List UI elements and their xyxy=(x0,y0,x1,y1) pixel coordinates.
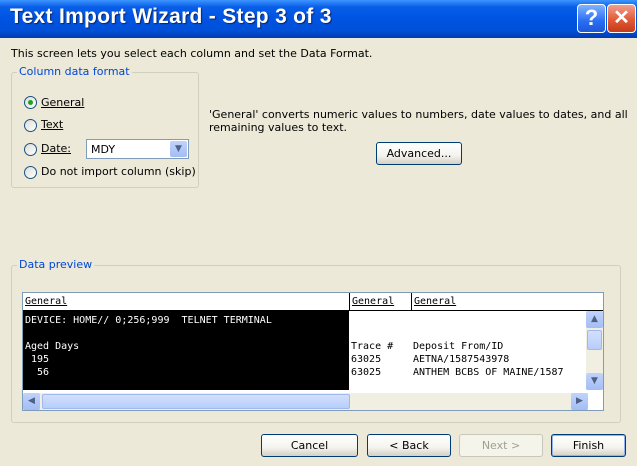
column-header-3[interactable]: General xyxy=(411,293,603,311)
radio-text-label[interactable]: Text xyxy=(41,118,63,131)
date-label-text: Date: xyxy=(41,142,71,155)
column-header-2[interactable]: General xyxy=(349,293,411,311)
horizontal-scroll-thumb[interactable] xyxy=(42,394,350,409)
col1-row-5: 56 xyxy=(25,367,50,378)
vertical-scroll-thumb[interactable] xyxy=(587,330,602,350)
column-header-1-label: General xyxy=(25,296,68,307)
general-label-text: General xyxy=(41,96,85,109)
description-line-2: remaining values to text. xyxy=(209,121,348,134)
col2-row-5: 63025 xyxy=(351,367,382,378)
col1-row-1: DEVICE: HOME// 0;256;999 TELNET TERMINAL xyxy=(25,315,272,326)
column-header-3-label: General xyxy=(414,296,457,307)
radio-selected-dot xyxy=(28,100,33,105)
instruction-text: This screen lets you select each column … xyxy=(11,47,373,60)
radio-skip[interactable] xyxy=(24,166,37,179)
col3-row-3: Deposit From/ID xyxy=(413,341,504,352)
data-preview-grid[interactable]: General General General DEVICE: HOME// 0… xyxy=(22,292,604,411)
date-format-select[interactable]: MDY ▼ xyxy=(86,139,189,159)
radio-date-label[interactable]: Date: xyxy=(41,142,71,155)
title-bar[interactable]: Text Import Wizard - Step 3 of 3 ? ✕ xyxy=(0,0,637,38)
radio-skip-label[interactable]: Do not import column (skip) xyxy=(41,165,196,178)
column-header-2-label: General xyxy=(352,296,395,307)
radio-general[interactable] xyxy=(24,96,37,109)
col1-row-4: 195 xyxy=(25,354,50,365)
horizontal-scrollbar[interactable]: ◀ ▶ xyxy=(23,393,588,410)
col1-row-3: Aged Days xyxy=(25,341,80,352)
col3-row-5: ANTHEM BCBS OF MAINE/1587 xyxy=(413,367,564,378)
arrow-left-icon[interactable]: ◀ xyxy=(23,393,40,410)
cancel-button[interactable]: Cancel xyxy=(261,434,358,457)
text-label-text: Text xyxy=(41,118,64,131)
column-header-1[interactable]: General xyxy=(23,293,349,311)
radio-date[interactable] xyxy=(24,143,37,156)
advanced-button[interactable]: Advanced... xyxy=(376,142,462,165)
arrow-right-icon[interactable]: ▶ xyxy=(571,393,588,410)
column-data-format-legend: Column data format xyxy=(17,65,132,78)
back-button[interactable]: < Back xyxy=(367,434,451,457)
arrow-up-icon[interactable]: ▲ xyxy=(586,311,603,328)
next-button[interactable]: Next > xyxy=(459,434,543,457)
col2-row-4: 63025 xyxy=(351,354,382,365)
help-icon[interactable]: ? xyxy=(577,4,606,33)
data-preview-legend: Data preview xyxy=(17,258,95,271)
window-title: Text Import Wizard - Step 3 of 3 xyxy=(10,5,332,28)
vertical-scrollbar[interactable]: ▲ ▼ xyxy=(586,311,603,390)
chevron-down-icon[interactable]: ▼ xyxy=(170,141,187,157)
arrow-down-icon[interactable]: ▼ xyxy=(586,373,603,390)
radio-text[interactable] xyxy=(24,119,37,132)
col3-row-4: AETNA/1587543978 xyxy=(413,354,510,365)
col2-row-3: Trace # xyxy=(351,341,394,352)
description-line-1: 'General' converts numeric values to num… xyxy=(209,108,628,121)
date-format-value: MDY xyxy=(91,143,116,156)
close-icon[interactable]: ✕ xyxy=(607,4,636,33)
radio-general-label[interactable]: General xyxy=(41,96,84,109)
finish-button[interactable]: Finish xyxy=(551,434,626,457)
